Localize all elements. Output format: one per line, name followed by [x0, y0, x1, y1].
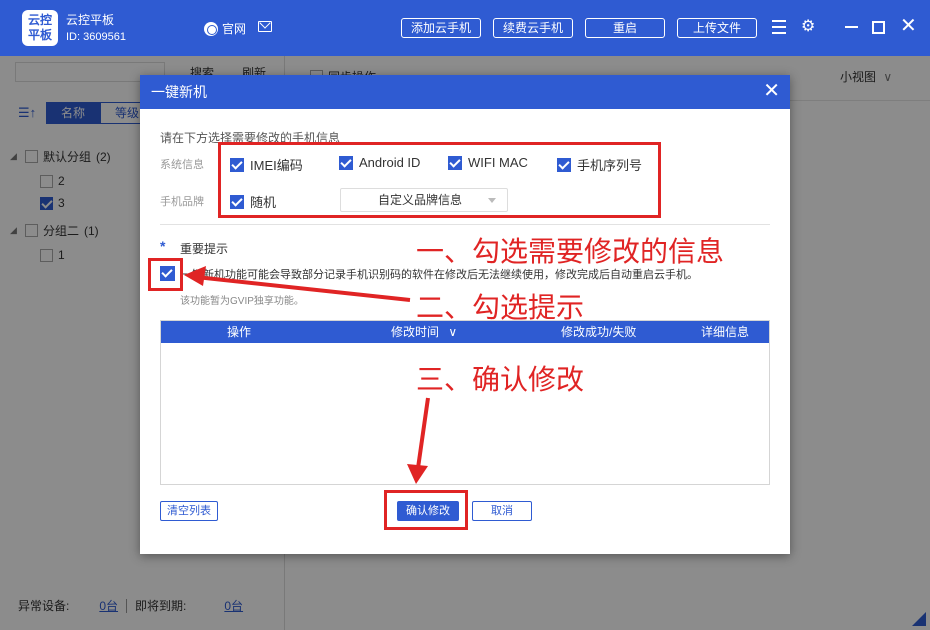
- arrow-to-confirm: [416, 397, 430, 469]
- annotation-arrows: [184, 266, 430, 484]
- arrow-head-confirm: [407, 464, 428, 484]
- arrow-head-notice: [184, 266, 206, 286]
- arrow-to-notice: [195, 275, 411, 302]
